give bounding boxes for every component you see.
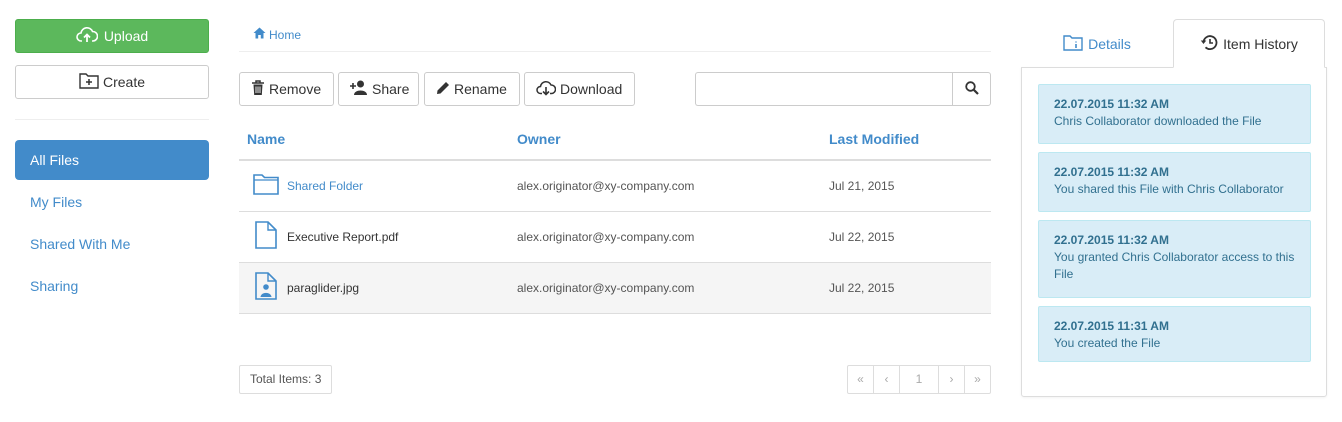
pager-page[interactable]: 1	[899, 364, 939, 394]
file-modified: Jul 22, 2015	[821, 211, 991, 263]
sidebar-nav: All Files My Files Shared With Me Sharin…	[15, 140, 209, 306]
trash-icon	[251, 79, 265, 99]
pencil-icon	[436, 81, 450, 98]
file-owner: alex.originator@xy-company.com	[509, 211, 821, 263]
history-time: 22.07.2015 11:32 AM	[1054, 97, 1169, 111]
history-text: You granted Chris Collaborator access to…	[1054, 250, 1295, 281]
folder-info-icon	[1063, 34, 1083, 54]
table-row[interactable]: paraglider.jpg alex.originator@xy-compan…	[239, 262, 991, 314]
history-time: 22.07.2015 11:32 AM	[1054, 233, 1169, 247]
create-button[interactable]: Create	[15, 65, 209, 99]
history-text: You created the File	[1054, 336, 1161, 350]
history-entry: 22.07.2015 11:32 AM You granted Chris Co…	[1038, 220, 1311, 298]
column-header-name[interactable]: Name	[239, 119, 509, 161]
add-user-icon	[350, 80, 368, 98]
history-icon	[1200, 34, 1218, 54]
search-icon	[964, 80, 979, 98]
upload-button[interactable]: Upload	[15, 19, 209, 53]
files-table: Name Owner Last Modified Shared Folder a…	[239, 119, 991, 314]
file-name[interactable]: Shared Folder	[287, 179, 363, 193]
file-name[interactable]: paraglider.jpg	[287, 281, 359, 295]
file-modified: Jul 21, 2015	[821, 160, 991, 212]
file-name[interactable]: Executive Report.pdf	[287, 230, 398, 244]
sidebar-item-sharing[interactable]: Sharing	[15, 266, 209, 306]
file-modified: Jul 22, 2015	[821, 262, 991, 314]
file-owner: alex.originator@xy-company.com	[509, 160, 821, 212]
home-icon	[253, 27, 266, 42]
history-text: You shared this File with Chris Collabor…	[1054, 182, 1284, 196]
file-owner: alex.originator@xy-company.com	[509, 262, 821, 314]
tab-history-label: Item History	[1223, 35, 1298, 52]
tab-details[interactable]: Details	[1021, 19, 1173, 68]
pager-prev[interactable]: ‹	[873, 364, 900, 394]
image-file-icon	[253, 272, 279, 303]
breadcrumb-divider	[239, 51, 991, 52]
sidebar-item-all-files[interactable]: All Files	[15, 140, 209, 180]
history-list: 22.07.2015 11:32 AM Chris Collaborator d…	[1021, 67, 1327, 397]
history-entry: 22.07.2015 11:31 AM You created the File	[1038, 306, 1311, 362]
tab-details-label: Details	[1088, 35, 1131, 52]
sidebar-item-my-files[interactable]: My Files	[15, 182, 209, 222]
history-entry: 22.07.2015 11:32 AM Chris Collaborator d…	[1038, 84, 1311, 144]
download-label: Download	[560, 81, 623, 97]
total-items: Total Items: 3	[239, 364, 333, 394]
breadcrumb-home[interactable]: Home	[269, 28, 301, 42]
sidebar-divider	[15, 119, 209, 120]
search-group	[695, 72, 991, 106]
history-entry: 22.07.2015 11:32 AM You shared this File…	[1038, 152, 1311, 212]
cloud-download-icon	[536, 80, 557, 99]
table-header-row: Name Owner Last Modified	[239, 119, 991, 161]
pager-next[interactable]: ›	[938, 364, 965, 394]
table-row[interactable]: Shared Folder alex.originator@xy-company…	[239, 160, 991, 212]
column-header-owner[interactable]: Owner	[509, 119, 821, 161]
download-button[interactable]: Download	[524, 72, 635, 106]
panel-tabs: Details Item History	[1021, 19, 1327, 68]
details-panel: Details Item History 22.07.2015 11:32 AM…	[1021, 19, 1327, 397]
create-label: Create	[102, 74, 146, 90]
pager-first[interactable]: «	[847, 364, 874, 394]
breadcrumb[interactable]: Home	[239, 26, 991, 43]
remove-label: Remove	[269, 81, 322, 97]
sidebar-item-shared-with-me[interactable]: Shared With Me	[15, 224, 209, 264]
column-header-last-modified[interactable]: Last Modified	[821, 119, 991, 161]
folder-plus-icon	[79, 72, 99, 92]
upload-label: Upload	[103, 28, 149, 44]
pager-last[interactable]: »	[964, 364, 991, 394]
cloud-upload-icon	[76, 26, 99, 47]
toolbar: Remove Share Rename Download	[239, 72, 991, 106]
search-input[interactable]	[695, 72, 952, 106]
rename-label: Rename	[454, 81, 507, 97]
rename-button[interactable]: Rename	[424, 72, 520, 106]
share-button[interactable]: Share	[338, 72, 419, 106]
table-footer: Total Items: 3 « ‹ 1 › »	[239, 364, 991, 394]
main-content: Home Remove Share Rename Download Name O…	[239, 26, 991, 394]
table-row[interactable]: Executive Report.pdf alex.originator@xy-…	[239, 211, 991, 263]
document-icon	[253, 221, 279, 252]
pagination: « ‹ 1 › »	[847, 364, 991, 394]
folder-icon	[253, 173, 279, 198]
history-text: Chris Collaborator downloaded the File	[1054, 114, 1262, 128]
sidebar: Upload Create All Files My Files Shared …	[15, 19, 209, 308]
remove-button[interactable]: Remove	[239, 72, 334, 106]
search-button[interactable]	[952, 72, 991, 106]
tab-item-history[interactable]: Item History	[1173, 19, 1325, 68]
history-time: 22.07.2015 11:32 AM	[1054, 165, 1169, 179]
share-label: Share	[372, 81, 410, 97]
history-time: 22.07.2015 11:31 AM	[1054, 319, 1169, 333]
